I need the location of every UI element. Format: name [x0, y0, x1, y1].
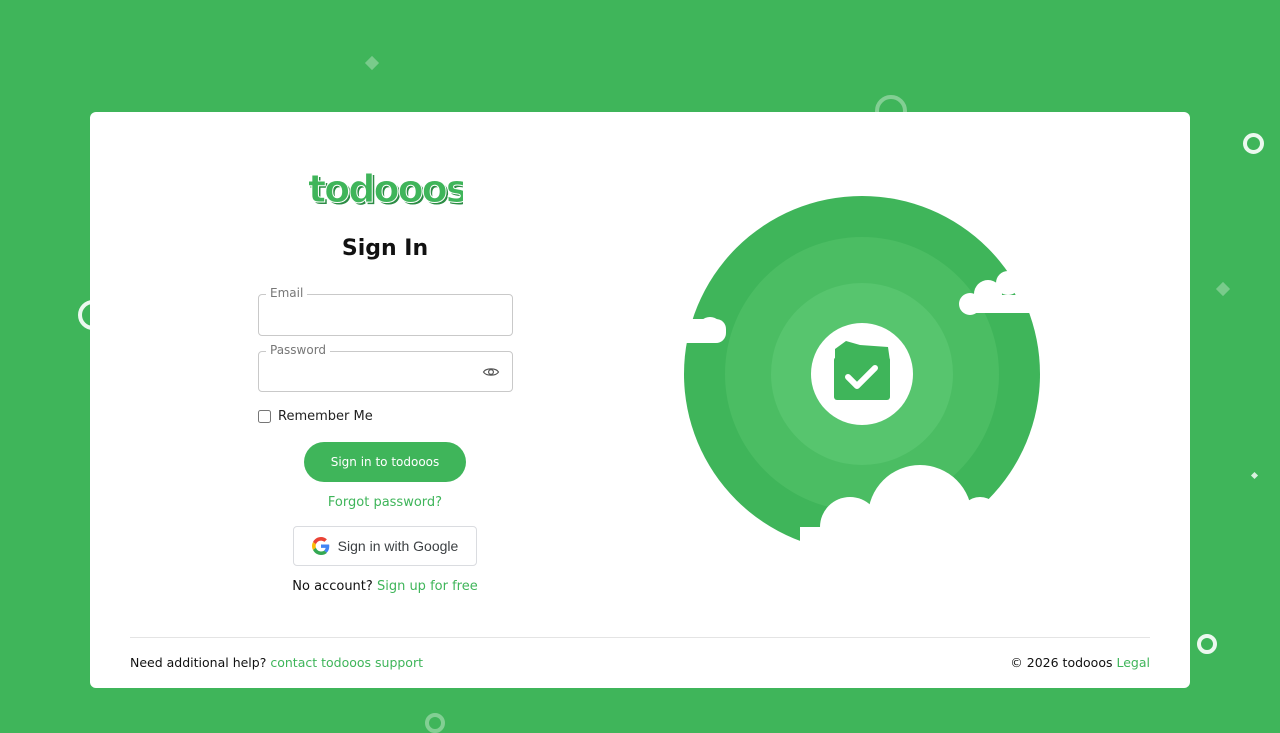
signin-card: todooos todooos Sign In Email Password R… — [90, 112, 1190, 688]
password-label: Password — [266, 343, 331, 357]
email-label: Email — [266, 286, 308, 300]
google-icon — [311, 537, 329, 555]
forgot-password-link[interactable]: Forgot password? — [265, 495, 505, 510]
footer-divider — [130, 637, 1150, 638]
todooos-logo: todooos todooos — [308, 168, 463, 212]
google-signin-button[interactable]: Sign in with Google — [293, 526, 477, 566]
footer-help: Need additional help? contact todooos su… — [130, 655, 423, 670]
password-field-wrapper: Password — [258, 343, 513, 392]
remember-me[interactable]: Remember Me — [258, 407, 373, 425]
folder-check-icon — [834, 341, 890, 400]
eye-icon[interactable] — [482, 363, 500, 381]
decor-diamond — [1250, 471, 1259, 480]
logo-text: todooos — [308, 168, 463, 211]
decor-diamond — [1215, 281, 1231, 297]
copyright-text: © 2026 todooos — [1010, 655, 1113, 670]
decor-ring — [425, 713, 445, 733]
signin-illustration — [670, 196, 1050, 557]
help-text: Need additional help? — [130, 655, 267, 670]
legal-link[interactable]: Legal — [1116, 655, 1150, 670]
signup-prompt: No account? Sign up for free — [250, 579, 520, 594]
password-input[interactable] — [259, 352, 512, 391]
contact-support-link[interactable]: contact todooos support — [270, 655, 423, 670]
google-signin-label: Sign in with Google — [337, 538, 459, 554]
no-account-text: No account? — [292, 579, 373, 594]
remember-checkbox[interactable] — [258, 409, 271, 423]
page-title: Sign In — [341, 236, 429, 261]
remember-label: Remember Me — [278, 408, 373, 424]
footer-legal: © 2026 todooos Legal — [1010, 655, 1150, 670]
email-input[interactable] — [259, 295, 512, 335]
decor-diamond — [364, 55, 380, 71]
email-field-wrapper: Email — [258, 286, 513, 336]
decor-ring — [1243, 133, 1264, 154]
decor-ring — [1197, 634, 1217, 654]
signin-button[interactable]: Sign in to todooos — [304, 442, 466, 482]
signup-link[interactable]: Sign up for free — [377, 579, 478, 594]
